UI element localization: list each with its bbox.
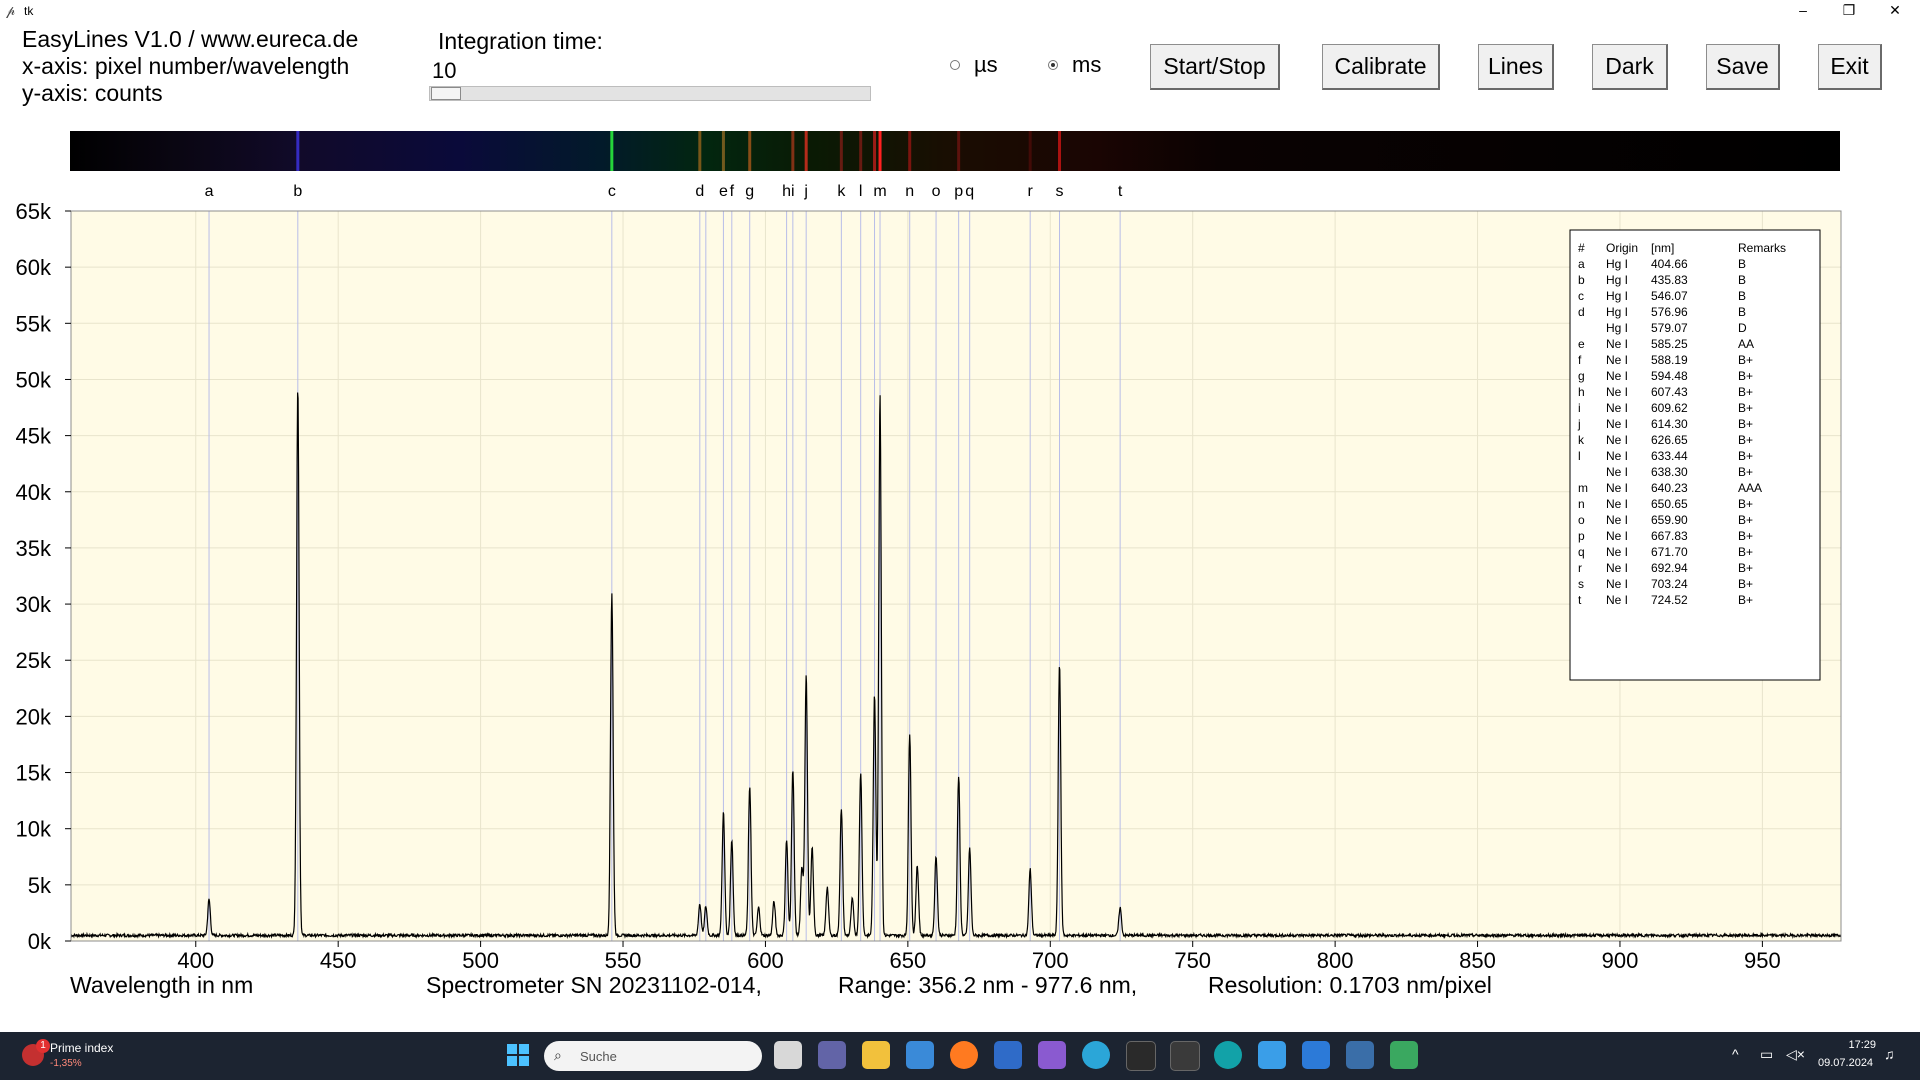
radio-microseconds[interactable]: µs [950,52,998,78]
firefox-icon[interactable] [950,1041,978,1069]
tk-feather-icon: 𝓅 [6,3,16,18]
outlook-icon[interactable] [994,1041,1022,1069]
edge-icon[interactable] [1082,1041,1110,1069]
exit-button[interactable]: Exit [1818,44,1882,90]
clock-date[interactable]: 09.07.2024 [1818,1057,1873,1069]
widget-value: -1,35% [50,1058,82,1069]
minimize-button[interactable]: – [1780,0,1826,22]
file-explorer-icon[interactable] [862,1041,890,1069]
start-icon[interactable] [504,1041,532,1069]
notepad-icon[interactable] [1258,1041,1286,1069]
visual-studio-icon[interactable] [1038,1041,1066,1069]
integration-time-value: 10 [432,58,457,83]
close-button[interactable]: ✕ [1872,0,1918,22]
radio-us-indicator[interactable] [950,60,960,70]
dark-button[interactable]: Dark [1592,44,1668,90]
snipping-icon[interactable] [1390,1041,1418,1069]
radio-ms-indicator[interactable] [1048,60,1058,70]
chevron-up-icon[interactable]: ^ [1732,1046,1739,1062]
powershell-icon[interactable] [1170,1041,1200,1071]
search-placeholder: Suche [580,1049,617,1064]
python-icon[interactable] [1346,1041,1374,1069]
window-title: tk [24,4,34,18]
notification-bell-icon[interactable]: ♫ [1884,1046,1895,1062]
integration-time-label: Integration time: [438,28,603,54]
task-view-icon[interactable] [774,1041,802,1069]
lines-button[interactable]: Lines [1478,44,1554,90]
network-icon[interactable]: ▭ [1760,1046,1773,1063]
x-axis-info: x-axis: pixel number/wavelength [22,53,350,79]
clock-time[interactable]: 17:29 [1846,1039,1876,1051]
slider-thumb[interactable] [431,87,461,100]
paint-icon[interactable] [1302,1041,1330,1069]
search-icon: ⌕ [554,1047,562,1063]
radio-ms-label: ms [1072,52,1102,77]
restore-button[interactable]: ❐ [1826,0,1872,22]
app-window: EasyLines V1.0 / www.eureca.de x-axis: p… [0,22,1920,1032]
widget-title[interactable]: Prime index [50,1041,113,1055]
app-title-text: EasyLines V1.0 / www.eureca.de [22,26,359,52]
teams-icon[interactable] [818,1041,846,1069]
radio-milliseconds[interactable]: ms [1048,52,1101,78]
calibrate-button[interactable]: Calibrate [1322,44,1440,90]
window-titlebar: 𝓅 tk – ❐ ✕ [0,0,1920,22]
y-axis-info: y-axis: counts [22,80,163,106]
integration-time-slider[interactable] [429,86,871,101]
speaker-muted-icon[interactable]: ◁× [1786,1046,1805,1063]
terminal-icon[interactable] [1126,1041,1156,1071]
widget-badge: 1 [36,1039,50,1053]
save-button[interactable]: Save [1706,44,1780,90]
radio-us-label: µs [974,52,998,77]
start-stop-button[interactable]: Start/Stop [1150,44,1280,90]
store-icon[interactable] [906,1041,934,1069]
arduino-icon[interactable] [1214,1041,1242,1069]
taskbar-search[interactable]: ⌕ Suche [544,1041,762,1071]
